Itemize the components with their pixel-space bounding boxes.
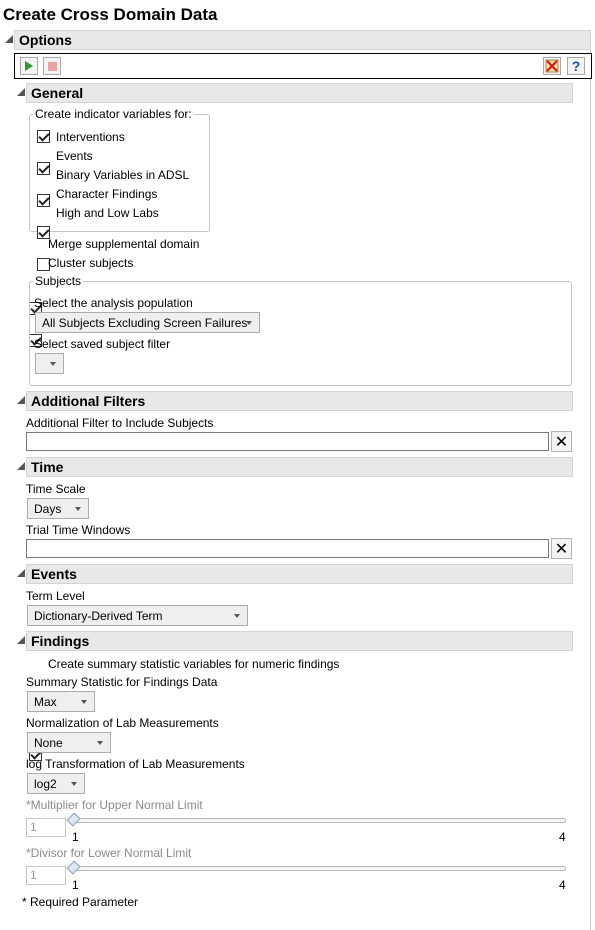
general-collapse-icon[interactable] bbox=[17, 88, 25, 96]
findings-header[interactable]: Findings bbox=[26, 631, 573, 651]
options-toolbar: ? bbox=[14, 53, 592, 79]
saved-filter-dropdown[interactable] bbox=[35, 353, 64, 374]
indicator-legend: Create indicator variables for: bbox=[33, 107, 194, 121]
lower-divisor-label: *Divisor for Lower Normal Limit bbox=[26, 846, 192, 860]
chevron-down-icon bbox=[81, 700, 87, 704]
summary-stat-label: Summary Statistic for Findings Data bbox=[26, 675, 218, 689]
normalization-value: None bbox=[34, 735, 63, 750]
trial-windows-label: Trial Time Windows bbox=[26, 523, 131, 537]
play-icon bbox=[25, 61, 33, 71]
interventions-checkbox[interactable] bbox=[37, 130, 50, 143]
normalization-dropdown[interactable]: None bbox=[27, 732, 111, 753]
upper-multiplier-input[interactable]: 1 bbox=[26, 818, 66, 837]
term-level-dropdown[interactable]: Dictionary-Derived Term bbox=[27, 605, 248, 626]
stop-button[interactable] bbox=[43, 57, 61, 75]
clear-settings-button[interactable] bbox=[543, 57, 561, 75]
log-transform-dropdown[interactable]: log2 bbox=[27, 773, 85, 794]
trial-windows-input[interactable] bbox=[26, 539, 549, 558]
cluster-subjects-label: Cluster subjects bbox=[48, 256, 134, 270]
summary-stat-dropdown[interactable]: Max bbox=[27, 691, 95, 712]
clear-icon bbox=[545, 59, 559, 73]
options-collapse-icon[interactable] bbox=[5, 35, 13, 43]
chevron-down-icon bbox=[97, 741, 103, 745]
upper-multiplier-max-label: 4 bbox=[559, 830, 566, 844]
chevron-down-icon bbox=[71, 782, 77, 786]
findings-collapse-icon[interactable] bbox=[17, 636, 25, 644]
include-subjects-input[interactable] bbox=[26, 432, 549, 451]
time-scale-value: Days bbox=[34, 501, 62, 516]
help-button[interactable]: ? bbox=[567, 57, 585, 75]
additional-filters-collapse-icon[interactable] bbox=[17, 396, 25, 404]
population-label: Select the analysis population bbox=[34, 296, 193, 310]
character-findings-label: Character Findings bbox=[56, 187, 158, 201]
subjects-legend: Subjects bbox=[33, 274, 84, 288]
chevron-down-icon bbox=[246, 321, 252, 325]
close-icon: ✕ bbox=[554, 433, 569, 451]
log-transform-label: log Transformation of Lab Measurements bbox=[26, 757, 245, 771]
chevron-down-icon bbox=[234, 614, 240, 618]
upper-multiplier-label: *Multiplier for Upper Normal Limit bbox=[26, 798, 203, 812]
general-header[interactable]: General bbox=[26, 83, 573, 103]
panel-right-border bbox=[590, 30, 591, 930]
stop-icon bbox=[47, 61, 57, 71]
events-checkbox[interactable] bbox=[37, 162, 50, 175]
page-title: Create Cross Domain Data bbox=[3, 5, 218, 24]
time-header[interactable]: Time bbox=[26, 457, 573, 477]
binary-adsl-checkbox[interactable] bbox=[37, 194, 50, 207]
lower-divisor-input[interactable]: 1 bbox=[26, 866, 66, 885]
upper-multiplier-slider-track[interactable] bbox=[73, 818, 566, 823]
help-icon: ? bbox=[571, 58, 581, 74]
log-transform-value: log2 bbox=[34, 776, 57, 791]
high-low-labs-label: High and Low Labs bbox=[56, 206, 159, 220]
include-subjects-clear-button[interactable]: ✕ bbox=[551, 431, 572, 452]
chevron-down-icon bbox=[75, 507, 81, 511]
trial-windows-clear-button[interactable]: ✕ bbox=[551, 538, 572, 559]
binary-adsl-label: Binary Variables in ADSL bbox=[56, 168, 190, 182]
summary-stat-value: Max bbox=[34, 694, 57, 709]
interventions-label: Interventions bbox=[56, 130, 125, 144]
required-parameter-note: * Required Parameter bbox=[22, 895, 139, 909]
lower-divisor-slider-track[interactable] bbox=[73, 866, 566, 871]
additional-filters-header[interactable]: Additional Filters bbox=[26, 391, 573, 411]
population-value: All Subjects Excluding Screen Failures bbox=[42, 315, 248, 330]
events-label: Events bbox=[56, 149, 93, 163]
population-dropdown[interactable]: All Subjects Excluding Screen Failures bbox=[35, 312, 260, 333]
term-level-value: Dictionary-Derived Term bbox=[34, 608, 163, 623]
events-header[interactable]: Events bbox=[26, 564, 573, 584]
upper-multiplier-slider-handle[interactable] bbox=[66, 812, 81, 827]
events-collapse-icon[interactable] bbox=[17, 569, 25, 577]
normalization-label: Normalization of Lab Measurements bbox=[26, 716, 219, 730]
time-scale-label: Time Scale bbox=[26, 482, 86, 496]
summary-statistic-check-label: Create summary statistic variables for n… bbox=[48, 657, 340, 671]
include-subjects-label: Additional Filter to Include Subjects bbox=[26, 416, 214, 430]
time-scale-dropdown[interactable]: Days bbox=[27, 498, 89, 519]
run-button[interactable] bbox=[20, 57, 38, 75]
merge-supplemental-label: Merge supplemental domain bbox=[48, 237, 200, 251]
saved-filter-label: Select saved subject filter bbox=[34, 337, 171, 351]
upper-multiplier-min-label: 1 bbox=[72, 830, 79, 844]
chevron-down-icon bbox=[50, 362, 56, 366]
options-header[interactable]: Options bbox=[14, 30, 591, 50]
lower-divisor-slider-handle[interactable] bbox=[66, 860, 81, 875]
close-icon: ✕ bbox=[554, 540, 569, 558]
term-level-label: Term Level bbox=[26, 589, 85, 603]
lower-divisor-min-label: 1 bbox=[72, 878, 79, 892]
time-collapse-icon[interactable] bbox=[17, 462, 25, 470]
lower-divisor-max-label: 4 bbox=[559, 878, 566, 892]
